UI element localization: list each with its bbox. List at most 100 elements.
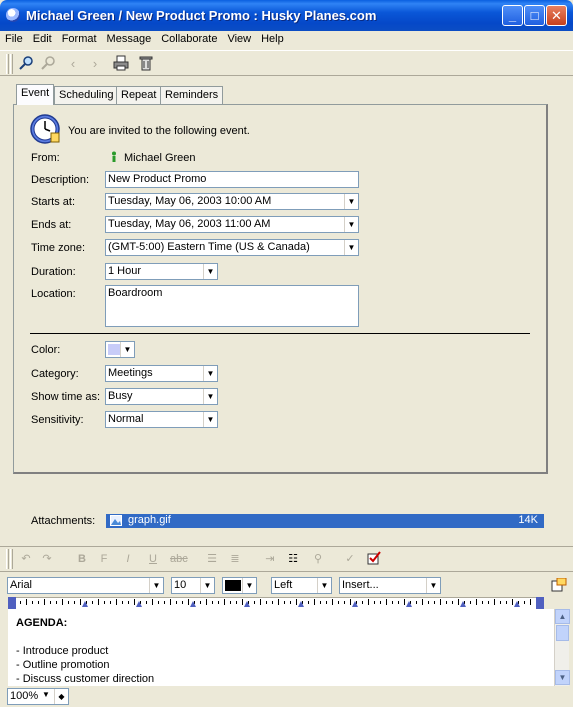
chevron-down-icon[interactable]: ▼: [317, 578, 331, 593]
link-icon[interactable]: ⚲: [310, 551, 326, 567]
title-bar[interactable]: Michael Green / New Product Promo : Husk…: [0, 0, 573, 31]
menu-message[interactable]: Message: [102, 31, 157, 45]
chevron-down-icon[interactable]: ▼: [200, 578, 214, 593]
redo-icon[interactable]: ↷: [39, 551, 55, 567]
maximize-button[interactable]: □: [524, 5, 545, 26]
print-icon[interactable]: [112, 55, 130, 73]
toolbar-grip[interactable]: [6, 54, 9, 74]
italic-icon[interactable]: I: [120, 551, 136, 567]
find-next-icon[interactable]: [39, 55, 57, 73]
undo-icon[interactable]: ↶: [18, 551, 34, 567]
menu-collaborate[interactable]: Collaborate: [156, 31, 222, 45]
clock-icon: [29, 113, 61, 145]
tab-repeat[interactable]: Repeat: [116, 86, 162, 104]
ruler-tick: [26, 599, 27, 605]
bold-icon[interactable]: B: [74, 551, 90, 567]
strikethrough-icon[interactable]: abc: [170, 551, 188, 567]
previous-icon[interactable]: ‹: [64, 55, 82, 73]
timezone-select[interactable]: (GMT-5:00) Eastern Time (US & Canada) ▼: [105, 239, 359, 256]
show-time-select[interactable]: Busy ▼: [105, 388, 218, 405]
menu-view[interactable]: View: [222, 31, 256, 45]
zoom-select[interactable]: 100% ▼ ◆: [7, 688, 69, 705]
scroll-down-button[interactable]: ▼: [555, 670, 570, 685]
scroll-thumb[interactable]: [556, 625, 569, 641]
toolbar-grip[interactable]: [10, 549, 13, 569]
spinner-icon[interactable]: ◆: [54, 689, 68, 704]
chevron-down-icon[interactable]: ▼: [203, 264, 217, 279]
spell-check-icon[interactable]: ✓: [342, 551, 358, 567]
delete-icon[interactable]: [137, 55, 155, 73]
ruler[interactable]: [8, 597, 544, 609]
tab-stop-marker[interactable]: [136, 601, 142, 607]
message-body-editor[interactable]: AGENDA: - Introduce product - Outline pr…: [8, 609, 554, 686]
category-select[interactable]: Meetings ▼: [105, 365, 218, 382]
tab-event[interactable]: Event: [16, 84, 55, 105]
alignment-select[interactable]: Left ▼: [271, 577, 332, 594]
ruler-tick: [392, 601, 393, 604]
chevron-down-icon[interactable]: ▼: [203, 412, 217, 427]
ruler-tick: [98, 599, 99, 605]
format-list-icon[interactable]: ☷: [285, 551, 301, 567]
sensitivity-select[interactable]: Normal ▼: [105, 411, 218, 428]
chevron-down-icon[interactable]: ▼: [42, 690, 50, 699]
find-icon[interactable]: [17, 55, 35, 73]
ruler-tick: [386, 599, 387, 605]
checklist-icon[interactable]: [366, 551, 382, 567]
description-field[interactable]: New Product Promo: [105, 171, 359, 188]
starts-at-select[interactable]: Tuesday, May 06, 2003 10:00 AM ▼: [105, 193, 359, 210]
ruler-tick: [422, 599, 423, 605]
next-icon[interactable]: ›: [86, 55, 104, 73]
menu-edit[interactable]: Edit: [28, 31, 57, 45]
ruler-tick: [344, 601, 345, 604]
close-button[interactable]: ✕: [546, 5, 567, 26]
scroll-up-button[interactable]: ▲: [555, 609, 570, 624]
indent-icon[interactable]: ⇥: [262, 551, 278, 567]
tab-reminders[interactable]: Reminders: [160, 86, 224, 104]
chevron-down-icon[interactable]: ▼: [242, 578, 256, 593]
minimize-button[interactable]: _: [502, 5, 523, 26]
chevron-down-icon[interactable]: ▼: [426, 578, 440, 593]
bullet-list-icon[interactable]: ☰: [204, 551, 220, 567]
tab-stop-marker[interactable]: [406, 601, 412, 607]
text-color-select[interactable]: ▼: [222, 577, 257, 594]
chevron-down-icon[interactable]: ▼: [344, 217, 358, 232]
tab-stop-marker[interactable]: [244, 601, 250, 607]
insert-select[interactable]: Insert... ▼: [339, 577, 441, 594]
tab-stop-marker[interactable]: [352, 601, 358, 607]
chevron-down-icon[interactable]: ▼: [203, 389, 217, 404]
tab-stop-marker[interactable]: [190, 601, 196, 607]
left-margin-marker[interactable]: [8, 597, 16, 609]
toolbar-grip[interactable]: [6, 549, 9, 569]
chevron-down-icon[interactable]: ▼: [149, 578, 163, 593]
color-select[interactable]: ▼: [105, 341, 135, 358]
font-select[interactable]: Arial ▼: [7, 577, 164, 594]
chevron-down-icon[interactable]: ▼: [203, 366, 217, 381]
duration-select[interactable]: 1 Hour ▼: [105, 263, 218, 280]
toolbar-grip[interactable]: [10, 54, 13, 74]
chevron-down-icon[interactable]: ▼: [344, 240, 358, 255]
app-icon[interactable]: [6, 8, 20, 22]
menu-format[interactable]: Format: [57, 31, 102, 45]
chevron-down-icon[interactable]: ▼: [120, 342, 134, 357]
tab-stop-marker[interactable]: [460, 601, 466, 607]
ruler-tick: [236, 601, 237, 604]
attachment-item[interactable]: graph.gif 14K: [106, 514, 544, 528]
starts-at-value: Tuesday, May 06, 2003 10:00 AM: [108, 195, 272, 207]
font-size-select[interactable]: 10 ▼: [171, 577, 215, 594]
right-margin-marker[interactable]: [536, 597, 544, 609]
menu-help[interactable]: Help: [256, 31, 289, 45]
chevron-down-icon[interactable]: ▼: [344, 194, 358, 209]
vertical-scrollbar[interactable]: ▲ ▼: [554, 609, 570, 686]
ruler-tick: [494, 599, 495, 605]
menu-file[interactable]: File: [0, 31, 28, 45]
format-options-icon[interactable]: [551, 577, 567, 592]
font-icon[interactable]: F: [96, 551, 112, 567]
ends-at-select[interactable]: Tuesday, May 06, 2003 11:00 AM ▼: [105, 216, 359, 233]
numbered-list-icon[interactable]: ≣: [227, 551, 243, 567]
tab-stop-marker[interactable]: [298, 601, 304, 607]
tab-stop-marker[interactable]: [514, 601, 520, 607]
tab-stop-marker[interactable]: [82, 601, 88, 607]
underline-icon[interactable]: U: [145, 551, 161, 567]
location-field[interactable]: Boardroom: [105, 285, 359, 327]
tab-scheduling[interactable]: Scheduling: [54, 86, 119, 104]
